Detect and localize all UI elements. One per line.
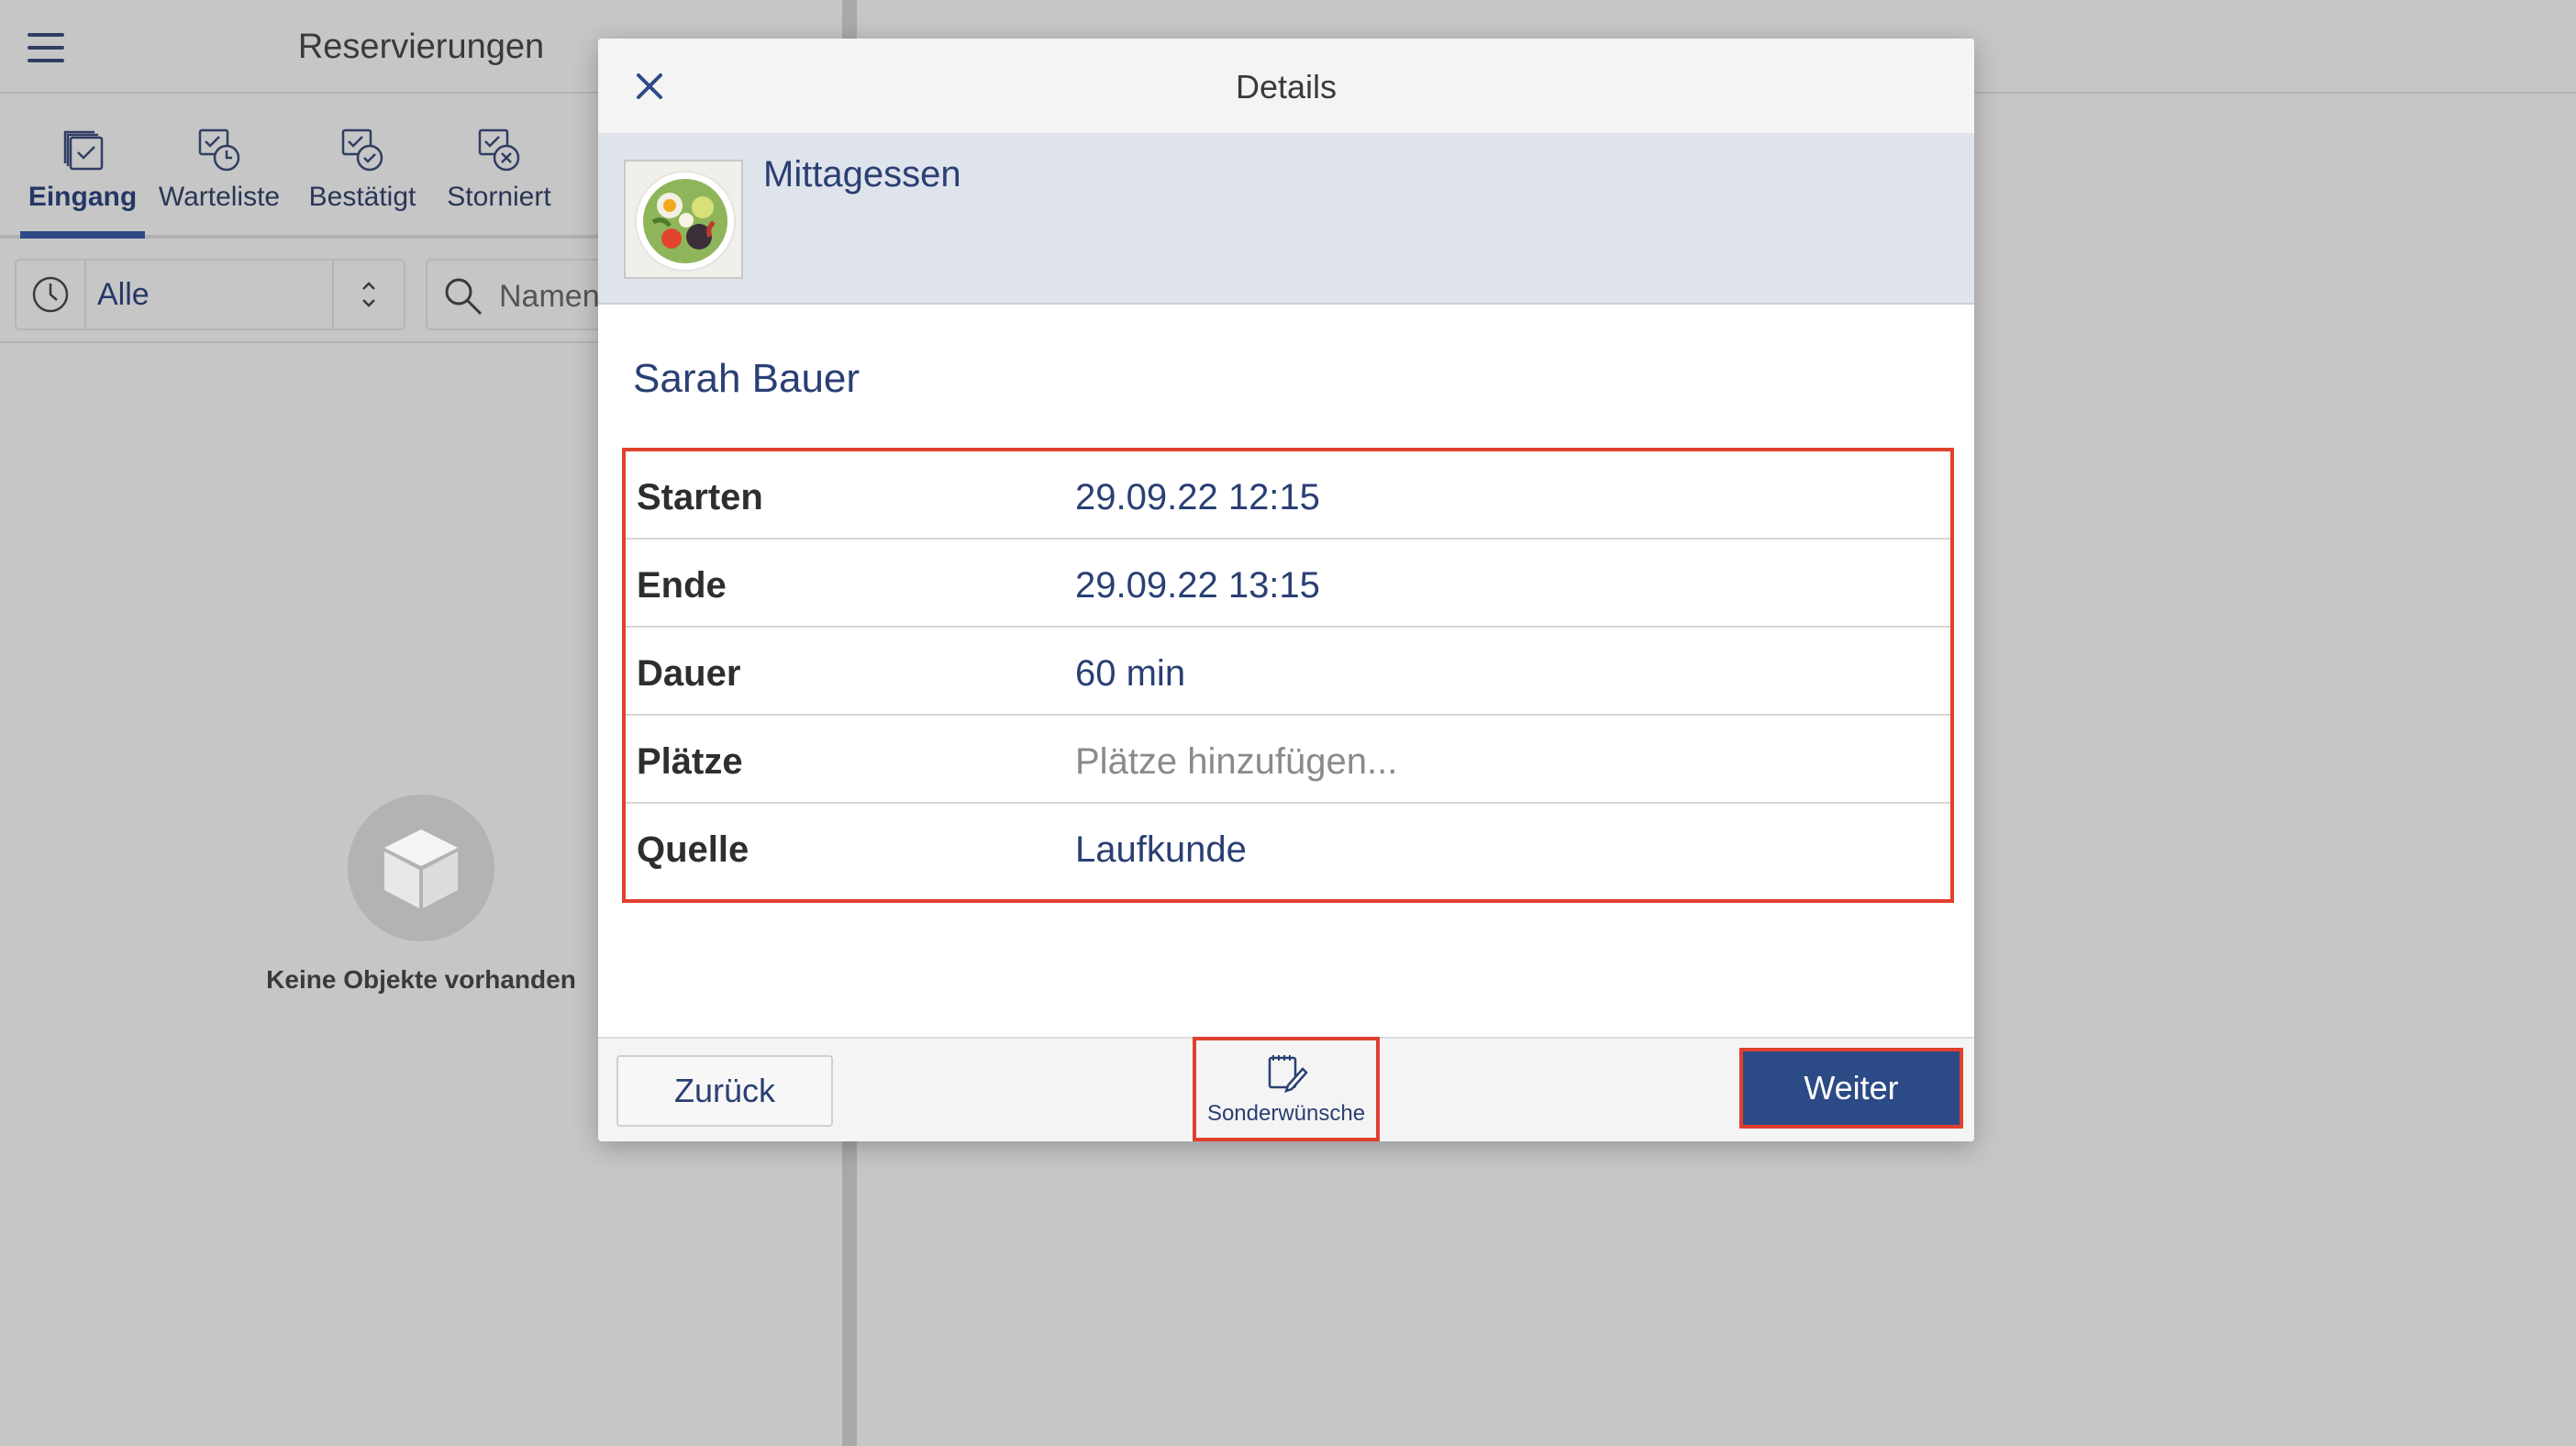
time-filter-value: Alle — [97, 277, 150, 312]
tab-bestaetigt[interactable]: Bestätigt — [303, 101, 422, 239]
detail-value: Laufkunde — [1075, 829, 1247, 870]
dialog-header: Details — [598, 39, 1974, 134]
chevron-up-down-icon[interactable] — [332, 261, 404, 328]
search-placeholder: Namen — [499, 279, 600, 314]
confirmed-check-icon — [303, 101, 422, 174]
special-requests-button[interactable]: Sonderwünsche — [1193, 1037, 1380, 1141]
time-filter-select[interactable]: Alle — [15, 259, 405, 330]
event-name: Mittagessen — [763, 154, 961, 195]
detail-row-duration[interactable]: Dauer 60 min — [626, 628, 1950, 716]
event-banner: Mittagessen — [598, 134, 1974, 305]
detail-label: Ende — [637, 565, 727, 606]
tab-label: Storniert — [447, 182, 551, 212]
inbox-stack-icon — [20, 101, 145, 174]
special-requests-label: Sonderwünsche — [1206, 1100, 1366, 1126]
dialog-footer: Zurück Sonderwünsche Weiter — [598, 1037, 1974, 1141]
clock-icon — [17, 261, 86, 328]
seats-input-placeholder[interactable]: Plätze hinzufügen... — [1075, 741, 1397, 783]
detail-row-start[interactable]: Starten 29.09.22 12:15 — [626, 451, 1950, 539]
detail-value: 60 min — [1075, 653, 1186, 694]
detail-row-end[interactable]: Ende 29.09.22 13:15 — [626, 539, 1950, 628]
notepad-edit-icon — [1264, 1052, 1308, 1096]
back-button[interactable]: Zurück — [616, 1055, 833, 1127]
detail-value: 29.09.22 12:15 — [1075, 477, 1320, 517]
empty-box-icon — [348, 795, 494, 941]
detail-row-seats[interactable]: Plätze Plätze hinzufügen... — [626, 716, 1950, 804]
tab-eingang[interactable]: Eingang — [20, 101, 145, 239]
search-icon — [442, 275, 484, 322]
detail-label: Plätze — [637, 741, 743, 782]
cancelled-x-icon — [440, 101, 558, 174]
reservation-details-table: Starten 29.09.22 12:15 Ende 29.09.22 13:… — [622, 448, 1954, 903]
detail-value: 29.09.22 13:15 — [1075, 565, 1320, 606]
salad-bowl-thumbnail — [624, 160, 743, 279]
details-dialog: Details Mittagessen Sarah Bauer Starten — [598, 39, 1974, 1141]
tab-label: Warteliste — [158, 182, 281, 212]
detail-label: Starten — [637, 477, 763, 517]
next-button[interactable]: Weiter — [1739, 1048, 1963, 1129]
active-tab-indicator — [20, 231, 145, 239]
waitlist-clock-icon — [154, 101, 284, 174]
tab-warteliste[interactable]: Warteliste — [154, 101, 284, 239]
detail-label: Quelle — [637, 829, 749, 870]
tab-label: Eingang — [28, 182, 138, 212]
tab-storniert[interactable]: Storniert — [440, 101, 558, 239]
detail-label: Dauer — [637, 653, 741, 694]
guest-name: Sarah Bauer — [633, 356, 861, 401]
detail-row-source[interactable]: Quelle Laufkunde — [626, 804, 1950, 892]
tab-label: Bestätigt — [308, 182, 416, 212]
dialog-title: Details — [1235, 68, 1338, 106]
